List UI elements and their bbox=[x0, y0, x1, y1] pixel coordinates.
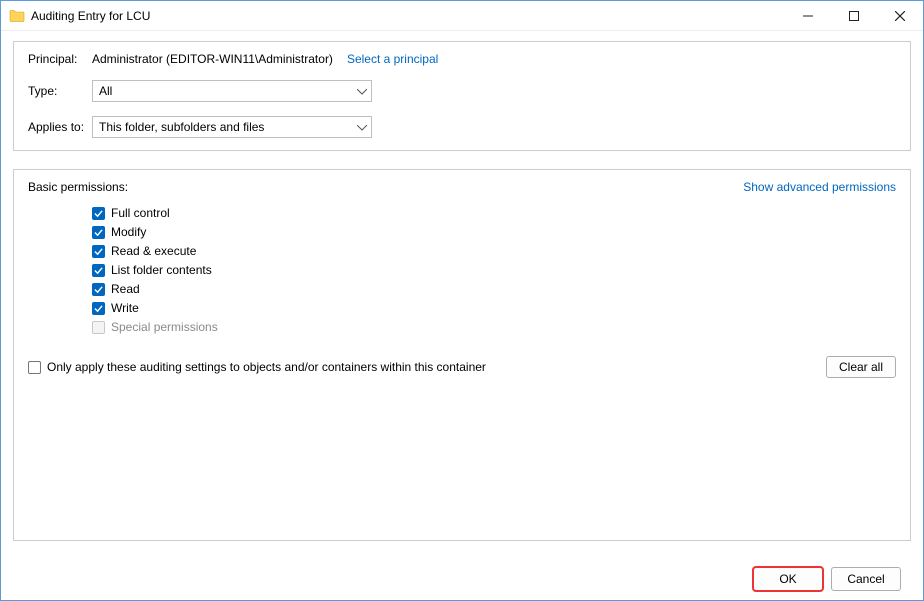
minimize-button[interactable] bbox=[785, 1, 831, 30]
clear-all-button[interactable]: Clear all bbox=[826, 356, 896, 378]
basic-permissions-heading: Basic permissions: bbox=[28, 180, 128, 194]
permission-item: List folder contents bbox=[92, 263, 896, 277]
ok-button[interactable]: OK bbox=[753, 567, 823, 591]
folder-icon bbox=[9, 8, 25, 24]
chevron-down-icon bbox=[357, 84, 367, 98]
maximize-button[interactable] bbox=[831, 1, 877, 30]
permission-label: Write bbox=[111, 301, 139, 315]
principal-panel: Principal: Administrator (EDITOR-WIN11\A… bbox=[13, 41, 911, 151]
close-button[interactable] bbox=[877, 1, 923, 30]
titlebar: Auditing Entry for LCU bbox=[1, 1, 923, 31]
permission-label: Special permissions bbox=[111, 320, 218, 334]
permission-label: Full control bbox=[111, 206, 170, 220]
permission-label: Read & execute bbox=[111, 244, 196, 258]
permission-item: Read bbox=[92, 282, 896, 296]
select-principal-link[interactable]: Select a principal bbox=[347, 52, 438, 66]
permission-checkbox[interactable] bbox=[92, 245, 105, 258]
permission-checkbox[interactable] bbox=[92, 207, 105, 220]
permission-label: Modify bbox=[111, 225, 146, 239]
permission-item: Full control bbox=[92, 206, 896, 220]
permission-item: Modify bbox=[92, 225, 896, 239]
dialog-footer: OK Cancel bbox=[1, 558, 923, 600]
cancel-button[interactable]: Cancel bbox=[831, 567, 901, 591]
show-advanced-permissions-link[interactable]: Show advanced permissions bbox=[743, 180, 896, 194]
permission-item: Write bbox=[92, 301, 896, 315]
applies-to-select-value: This folder, subfolders and files bbox=[99, 120, 264, 134]
type-select[interactable]: All bbox=[92, 80, 372, 102]
permission-label: List folder contents bbox=[111, 263, 212, 277]
only-apply-label: Only apply these auditing settings to ob… bbox=[47, 360, 486, 374]
permission-item: Special permissions bbox=[92, 320, 896, 334]
applies-to-label: Applies to: bbox=[28, 120, 92, 134]
permission-list: Full control Modify Read & execute List fol… bbox=[92, 206, 896, 334]
principal-label: Principal: bbox=[28, 52, 92, 66]
permission-checkbox bbox=[92, 321, 105, 334]
permission-checkbox[interactable] bbox=[92, 302, 105, 315]
permission-item: Read & execute bbox=[92, 244, 896, 258]
window-title: Auditing Entry for LCU bbox=[31, 9, 150, 23]
permission-checkbox[interactable] bbox=[92, 283, 105, 296]
applies-to-select[interactable]: This folder, subfolders and files bbox=[92, 116, 372, 138]
only-apply-checkbox[interactable] bbox=[28, 361, 41, 374]
permission-checkbox[interactable] bbox=[92, 264, 105, 277]
permissions-panel: Basic permissions: Show advanced permiss… bbox=[13, 169, 911, 541]
type-select-value: All bbox=[99, 84, 112, 98]
window-controls bbox=[785, 1, 923, 30]
permission-checkbox[interactable] bbox=[92, 226, 105, 239]
type-label: Type: bbox=[28, 84, 92, 98]
permission-label: Read bbox=[111, 282, 140, 296]
chevron-down-icon bbox=[357, 120, 367, 134]
principal-value: Administrator (EDITOR-WIN11\Administrato… bbox=[92, 52, 333, 66]
